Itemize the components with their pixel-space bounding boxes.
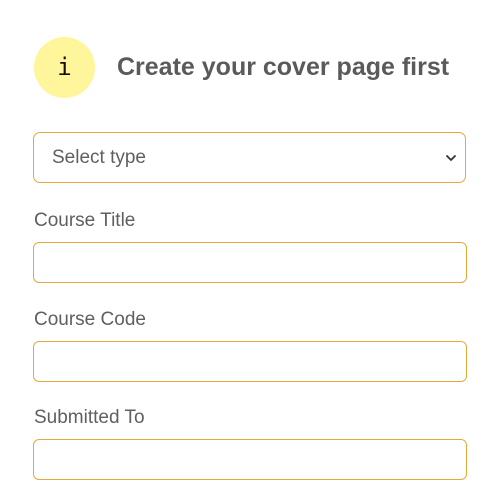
header: i Create your cover page first <box>34 36 449 98</box>
info-icon: i <box>34 36 95 98</box>
type-select[interactable]: Select type <box>33 132 466 183</box>
submitted-to-input[interactable] <box>33 439 467 480</box>
type-select-value: Select type <box>52 146 146 168</box>
course-code-input[interactable] <box>33 341 467 382</box>
chevron-down-icon <box>446 154 456 161</box>
course-code-label: Course Code <box>34 309 146 330</box>
course-title-input[interactable] <box>33 242 467 283</box>
page-title: Create your cover page first <box>117 52 450 81</box>
submitted-to-label: Submitted To <box>34 407 145 428</box>
info-glyph: i <box>57 53 72 81</box>
course-title-label: Course Title <box>34 210 136 231</box>
